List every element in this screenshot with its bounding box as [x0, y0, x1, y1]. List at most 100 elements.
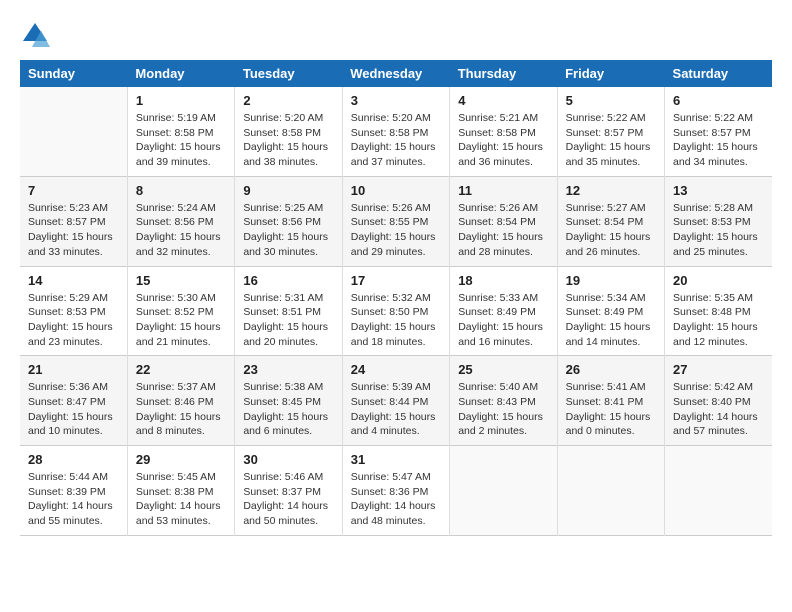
day-number: 3	[351, 93, 441, 108]
day-number: 17	[351, 273, 441, 288]
day-number: 5	[566, 93, 656, 108]
day-number: 19	[566, 273, 656, 288]
day-number: 21	[28, 362, 119, 377]
calendar-cell: 3 Sunrise: 5:20 AM Sunset: 8:58 PM Daylig…	[342, 87, 449, 176]
calendar-header-row: SundayMondayTuesdayWednesdayThursdayFrid…	[20, 60, 772, 87]
day-info: Sunrise: 5:41 AM Sunset: 8:41 PM Dayligh…	[566, 380, 656, 439]
day-info: Sunrise: 5:42 AM Sunset: 8:40 PM Dayligh…	[673, 380, 764, 439]
calendar-cell	[557, 446, 664, 536]
calendar-cell: 12 Sunrise: 5:27 AM Sunset: 8:54 PM Dayli…	[557, 176, 664, 266]
logo	[20, 20, 54, 50]
day-info: Sunrise: 5:23 AM Sunset: 8:57 PM Dayligh…	[28, 201, 119, 260]
calendar-table: SundayMondayTuesdayWednesdayThursdayFrid…	[20, 60, 772, 536]
column-header-saturday: Saturday	[665, 60, 772, 87]
day-number: 2	[243, 93, 333, 108]
day-number: 26	[566, 362, 656, 377]
day-info: Sunrise: 5:34 AM Sunset: 8:49 PM Dayligh…	[566, 291, 656, 350]
calendar-cell: 14 Sunrise: 5:29 AM Sunset: 8:53 PM Dayli…	[20, 266, 127, 356]
day-number: 15	[136, 273, 226, 288]
column-header-wednesday: Wednesday	[342, 60, 449, 87]
day-info: Sunrise: 5:39 AM Sunset: 8:44 PM Dayligh…	[351, 380, 441, 439]
column-header-thursday: Thursday	[450, 60, 557, 87]
day-number: 12	[566, 183, 656, 198]
calendar-cell: 30Sunrise: 5:46 AM Sunset: 8:37 PM Dayli…	[235, 446, 342, 536]
calendar-cell: 16 Sunrise: 5:31 AM Sunset: 8:51 PM Dayli…	[235, 266, 342, 356]
day-info: Sunrise: 5:33 AM Sunset: 8:49 PM Dayligh…	[458, 291, 548, 350]
calendar-cell	[20, 87, 127, 176]
day-info: Sunrise: 5:36 AM Sunset: 8:47 PM Dayligh…	[28, 380, 119, 439]
calendar-cell: 11Sunrise: 5:26 AM Sunset: 8:54 PM Dayli…	[450, 176, 557, 266]
day-info: Sunrise: 5:31 AM Sunset: 8:51 PM Dayligh…	[243, 291, 333, 350]
calendar-cell: 26 Sunrise: 5:41 AM Sunset: 8:41 PM Dayli…	[557, 356, 664, 446]
calendar-cell: 27 Sunrise: 5:42 AM Sunset: 8:40 PM Dayli…	[665, 356, 772, 446]
day-info: Sunrise: 5:19 AM Sunset: 8:58 PM Dayligh…	[136, 111, 226, 170]
calendar-cell	[450, 446, 557, 536]
calendar-cell: 25 Sunrise: 5:40 AM Sunset: 8:43 PM Dayli…	[450, 356, 557, 446]
day-number: 9	[243, 183, 333, 198]
calendar-week-row: 1 Sunrise: 5:19 AM Sunset: 8:58 PM Daylig…	[20, 87, 772, 176]
calendar-cell: 4 Sunrise: 5:21 AM Sunset: 8:58 PM Daylig…	[450, 87, 557, 176]
calendar-week-row: 14 Sunrise: 5:29 AM Sunset: 8:53 PM Dayli…	[20, 266, 772, 356]
day-number: 4	[458, 93, 548, 108]
day-info: Sunrise: 5:32 AM Sunset: 8:50 PM Dayligh…	[351, 291, 441, 350]
calendar-cell: 17 Sunrise: 5:32 AM Sunset: 8:50 PM Dayli…	[342, 266, 449, 356]
day-info: Sunrise: 5:22 AM Sunset: 8:57 PM Dayligh…	[566, 111, 656, 170]
day-info: Sunrise: 5:35 AM Sunset: 8:48 PM Dayligh…	[673, 291, 764, 350]
day-number: 14	[28, 273, 119, 288]
day-info: Sunrise: 5:20 AM Sunset: 8:58 PM Dayligh…	[351, 111, 441, 170]
day-number: 27	[673, 362, 764, 377]
calendar-cell: 18Sunrise: 5:33 AM Sunset: 8:49 PM Dayli…	[450, 266, 557, 356]
calendar-cell: 28 Sunrise: 5:44 AM Sunset: 8:39 PM Dayli…	[20, 446, 127, 536]
calendar-cell: 5 Sunrise: 5:22 AM Sunset: 8:57 PM Daylig…	[557, 87, 664, 176]
day-number: 30	[243, 452, 333, 467]
column-header-monday: Monday	[127, 60, 234, 87]
day-info: Sunrise: 5:30 AM Sunset: 8:52 PM Dayligh…	[136, 291, 226, 350]
day-info: Sunrise: 5:40 AM Sunset: 8:43 PM Dayligh…	[458, 380, 548, 439]
day-info: Sunrise: 5:25 AM Sunset: 8:56 PM Dayligh…	[243, 201, 333, 260]
day-number: 6	[673, 93, 764, 108]
calendar-cell: 23 Sunrise: 5:38 AM Sunset: 8:45 PM Dayli…	[235, 356, 342, 446]
day-number: 1	[136, 93, 226, 108]
day-info: Sunrise: 5:37 AM Sunset: 8:46 PM Dayligh…	[136, 380, 226, 439]
day-info: Sunrise: 5:22 AM Sunset: 8:57 PM Dayligh…	[673, 111, 764, 170]
column-header-sunday: Sunday	[20, 60, 127, 87]
column-header-friday: Friday	[557, 60, 664, 87]
day-info: Sunrise: 5:38 AM Sunset: 8:45 PM Dayligh…	[243, 380, 333, 439]
day-info: Sunrise: 5:20 AM Sunset: 8:58 PM Dayligh…	[243, 111, 333, 170]
day-number: 23	[243, 362, 333, 377]
calendar-cell: 20Sunrise: 5:35 AM Sunset: 8:48 PM Dayli…	[665, 266, 772, 356]
calendar-cell: 7Sunrise: 5:23 AM Sunset: 8:57 PM Daylig…	[20, 176, 127, 266]
day-info: Sunrise: 5:29 AM Sunset: 8:53 PM Dayligh…	[28, 291, 119, 350]
day-info: Sunrise: 5:47 AM Sunset: 8:36 PM Dayligh…	[351, 470, 441, 529]
day-info: Sunrise: 5:27 AM Sunset: 8:54 PM Dayligh…	[566, 201, 656, 260]
day-number: 31	[351, 452, 441, 467]
calendar-cell: 29 Sunrise: 5:45 AM Sunset: 8:38 PM Dayli…	[127, 446, 234, 536]
calendar-cell: 10 Sunrise: 5:26 AM Sunset: 8:55 PM Dayli…	[342, 176, 449, 266]
day-number: 29	[136, 452, 226, 467]
day-number: 28	[28, 452, 119, 467]
calendar-cell: 19 Sunrise: 5:34 AM Sunset: 8:49 PM Dayli…	[557, 266, 664, 356]
day-info: Sunrise: 5:21 AM Sunset: 8:58 PM Dayligh…	[458, 111, 548, 170]
calendar-cell: 13Sunrise: 5:28 AM Sunset: 8:53 PM Dayli…	[665, 176, 772, 266]
calendar-week-row: 21 Sunrise: 5:36 AM Sunset: 8:47 PM Dayli…	[20, 356, 772, 446]
day-number: 24	[351, 362, 441, 377]
calendar-week-row: 7Sunrise: 5:23 AM Sunset: 8:57 PM Daylig…	[20, 176, 772, 266]
calendar-cell: 15 Sunrise: 5:30 AM Sunset: 8:52 PM Dayli…	[127, 266, 234, 356]
calendar-cell: 31 Sunrise: 5:47 AM Sunset: 8:36 PM Dayli…	[342, 446, 449, 536]
day-info: Sunrise: 5:45 AM Sunset: 8:38 PM Dayligh…	[136, 470, 226, 529]
day-info: Sunrise: 5:44 AM Sunset: 8:39 PM Dayligh…	[28, 470, 119, 529]
day-number: 8	[136, 183, 226, 198]
calendar-cell: 6 Sunrise: 5:22 AM Sunset: 8:57 PM Daylig…	[665, 87, 772, 176]
day-number: 22	[136, 362, 226, 377]
day-number: 25	[458, 362, 548, 377]
calendar-week-row: 28 Sunrise: 5:44 AM Sunset: 8:39 PM Dayli…	[20, 446, 772, 536]
day-info: Sunrise: 5:24 AM Sunset: 8:56 PM Dayligh…	[136, 201, 226, 260]
day-info: Sunrise: 5:26 AM Sunset: 8:54 PM Dayligh…	[458, 201, 548, 260]
day-number: 13	[673, 183, 764, 198]
day-info: Sunrise: 5:26 AM Sunset: 8:55 PM Dayligh…	[351, 201, 441, 260]
page-header	[20, 20, 772, 50]
day-number: 10	[351, 183, 441, 198]
calendar-cell: 24 Sunrise: 5:39 AM Sunset: 8:44 PM Dayli…	[342, 356, 449, 446]
calendar-cell: 2 Sunrise: 5:20 AM Sunset: 8:58 PM Daylig…	[235, 87, 342, 176]
day-number: 16	[243, 273, 333, 288]
